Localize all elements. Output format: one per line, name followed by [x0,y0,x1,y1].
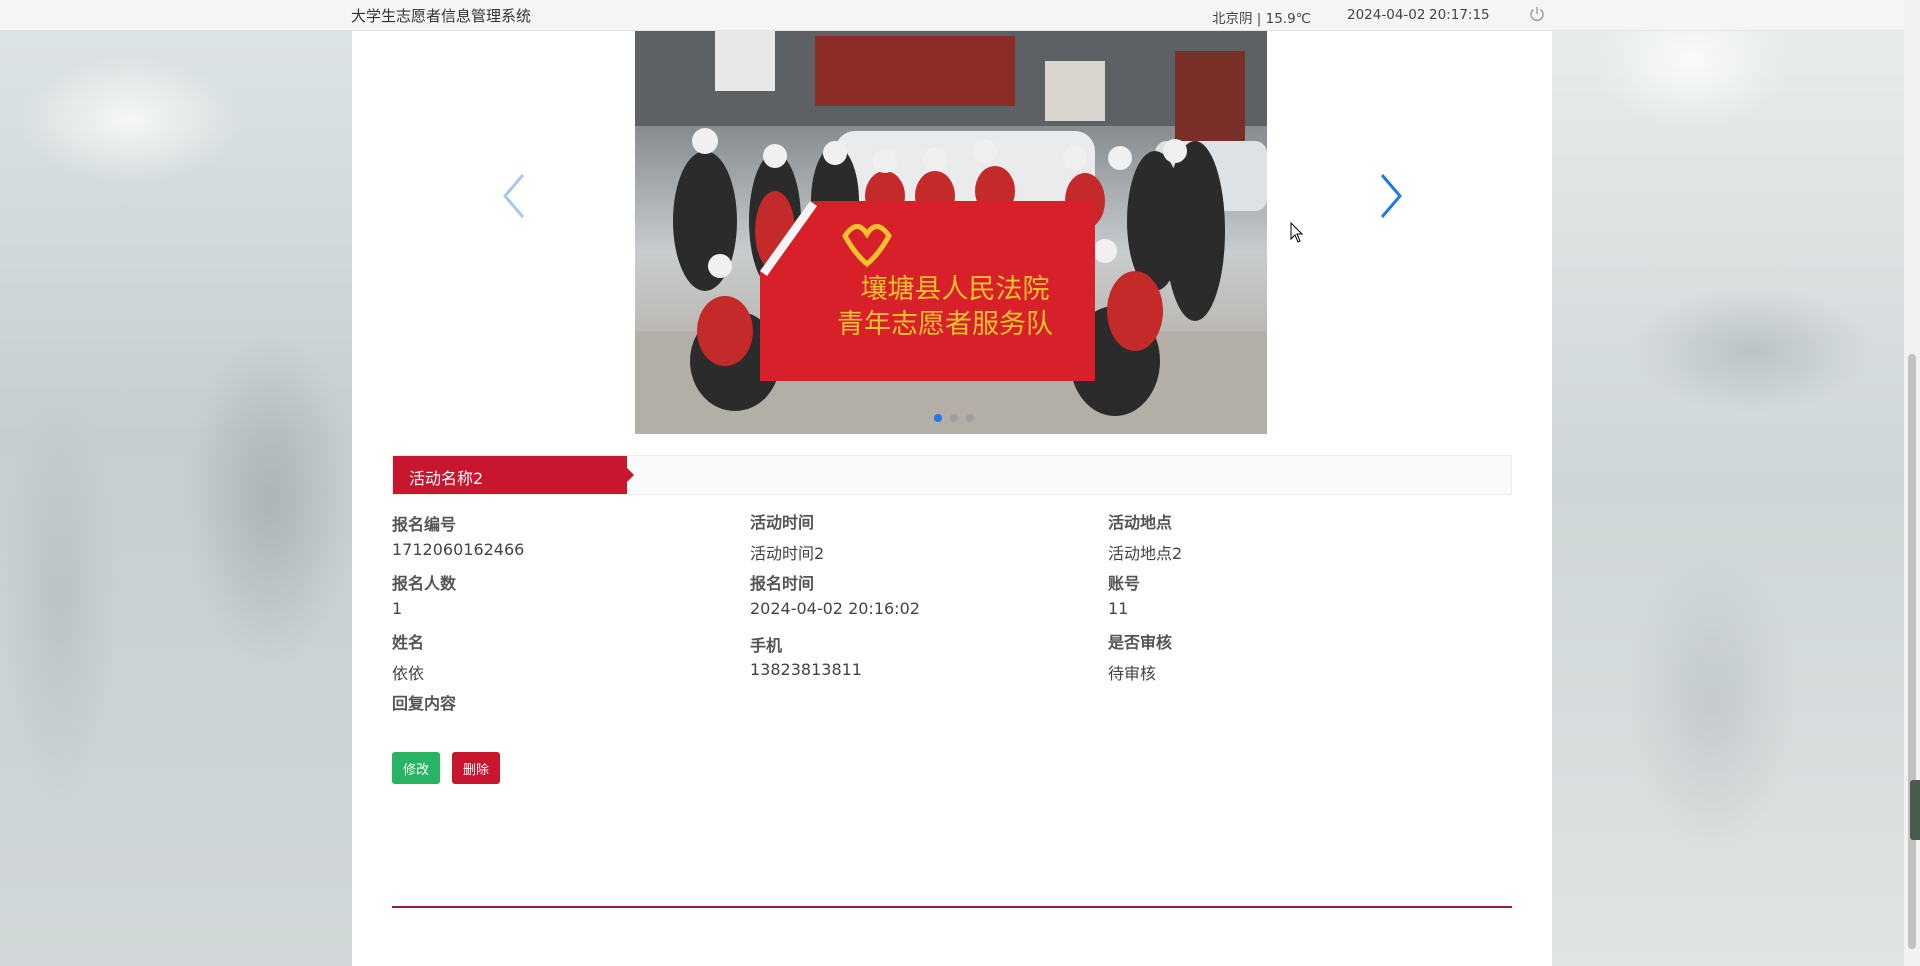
edit-button[interactable]: 修改 [392,752,440,784]
name-label: 姓名 [392,633,425,652]
location-label: 活动地点 [1108,513,1173,532]
activity-time-value: 活动时间2 [750,544,825,563]
reg-time-label: 报名时间 [750,574,815,593]
carousel-dot-2[interactable] [950,414,958,422]
system-title: 大学生志愿者信息管理系统 [351,7,532,25]
banner-text-line1: 壤塘县人民法院 [861,274,1050,305]
carousel-prev-arrow-icon[interactable] [495,171,535,221]
reg-time-value: 2024-04-02 20:16:02 [750,599,920,618]
mouse-cursor-icon [1290,221,1304,244]
scrollbar-thumb[interactable] [1908,354,1916,949]
audit-status: 待审核 [1108,664,1157,683]
count-value: 1 [392,599,403,618]
banner-text-line2: 青年志愿者服务队 [837,309,1053,340]
reg-no-value: 1712060162466 [392,540,525,559]
audit-label: 是否审核 [1108,633,1173,652]
main-panel: 壤塘县人民法院 青年志愿者服务队 活动名称2 报名编号 171206016246… [352,31,1552,966]
current-date: 2024-04-02 [1347,7,1426,23]
activity-title: 活动名称2 [393,456,634,494]
carousel-slide-image: 壤塘县人民法院 青年志愿者服务队 [635,31,1267,434]
phone-value: 13823813811 [750,660,862,679]
reg-no-label: 报名编号 [392,515,457,534]
background-left [0,0,352,966]
logout-power-icon[interactable] [1528,5,1546,23]
account-value: 11 [1108,599,1129,618]
image-carousel: 壤塘县人民法院 青年志愿者服务队 [352,31,1552,435]
carousel-indicators [932,414,992,426]
account-label: 账号 [1108,574,1141,593]
carousel-next-arrow-icon[interactable] [1370,171,1410,221]
carousel-dot-1[interactable] [934,414,942,422]
carousel-dot-3[interactable] [966,414,974,422]
reply-label: 回复内容 [392,694,457,713]
activity-time-label: 活动时间 [750,513,815,532]
count-label: 报名人数 [392,574,457,593]
phone-label: 手机 [750,636,783,655]
activity-title-bar: 活动名称2 [392,455,1512,495]
background-right [1552,0,1920,966]
delete-button[interactable]: 删除 [452,752,500,784]
weather-info: 北京阴 | 15.9℃ [1212,11,1311,27]
current-time: 20:17:15 [1429,7,1490,23]
content-divider [392,906,1512,908]
name-value: 依依 [392,664,425,683]
top-bar: 大学生志愿者信息管理系统 北京阴 | 15.9℃ 2024-04-02 20:1… [0,0,1904,31]
side-floating-tab[interactable] [1910,780,1920,840]
location-value: 活动地点2 [1108,544,1183,563]
